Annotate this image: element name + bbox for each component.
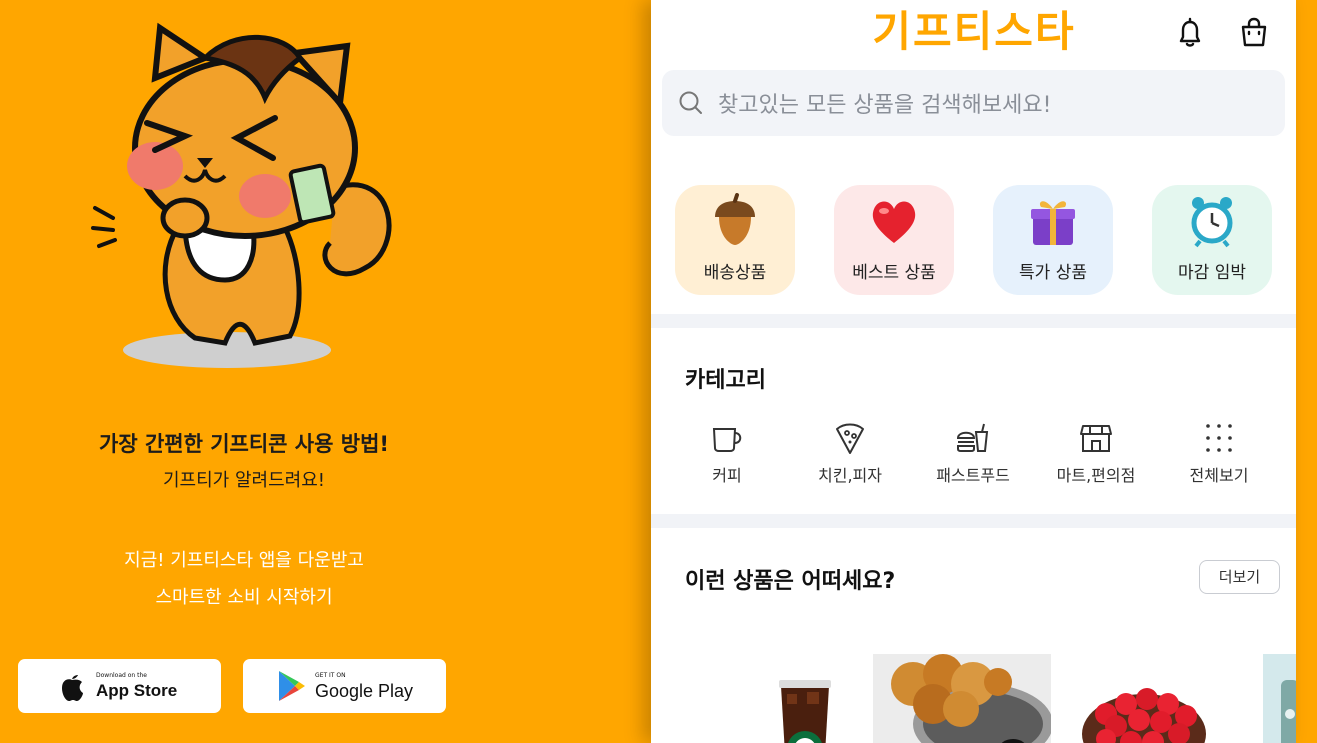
promo-heading: 가장 간편한 기프티콘 사용 방법! bbox=[99, 432, 389, 456]
category-chicken-pizza[interactable]: 치킨,피자 bbox=[790, 420, 910, 486]
search-icon bbox=[679, 91, 702, 114]
strawberry-cake-image bbox=[1082, 688, 1206, 743]
category-label: 마트,편의점 bbox=[1056, 466, 1136, 485]
app-store-small-label: Download on the bbox=[96, 672, 147, 679]
quick-menu-label: 마감 임박 bbox=[1178, 263, 1246, 283]
apple-logo-icon bbox=[62, 675, 83, 701]
category-label: 전체보기 bbox=[1189, 466, 1249, 485]
product-card-iced-coffee[interactable] bbox=[701, 654, 881, 743]
acorn-icon bbox=[715, 193, 755, 245]
more-button[interactable]: 더보기 bbox=[1199, 560, 1280, 594]
quick-menu-deadline[interactable]: 마감 임박 bbox=[1152, 185, 1272, 295]
coffee-cup-icon bbox=[712, 428, 742, 452]
category-label: 치킨,피자 bbox=[818, 466, 882, 485]
search-placeholder: 찾고있는 모든 상품을 검색해보세요! bbox=[718, 93, 1052, 118]
mobile-app-panel: 기프티스타 찾고있는 모든 상품을 검색해보세요! 배송상품 베스트 상품 특가… bbox=[651, 0, 1296, 743]
product-card-partial[interactable] bbox=[1263, 654, 1296, 743]
promo-cta-line1: 지금! 기프티스타 앱을 다운받고 bbox=[124, 550, 364, 571]
category-fastfood[interactable]: 패스트푸드 bbox=[913, 420, 1033, 486]
store-icon bbox=[1080, 425, 1112, 452]
product-image bbox=[1263, 654, 1296, 743]
app-store-button[interactable]: Download on the App Store bbox=[18, 659, 221, 713]
category-coffee[interactable]: 커피 bbox=[667, 420, 787, 486]
promo-panel: 가장 간편한 기프티콘 사용 방법! 기프티가 알려드려요! 지금! 기프티스타… bbox=[0, 0, 650, 743]
gift-box-icon bbox=[1031, 201, 1075, 245]
category-all[interactable]: 전체보기 bbox=[1159, 420, 1279, 486]
recommend-title: 이런 상품은 어떠세요? bbox=[685, 569, 896, 594]
section-divider bbox=[651, 514, 1296, 528]
quick-menu-special[interactable]: 특가 상품 bbox=[993, 185, 1113, 295]
squirrel-mascot-illustration bbox=[91, 22, 392, 368]
product-card-strawberry-cake[interactable] bbox=[1051, 654, 1231, 743]
google-play-small-label: GET IT ON bbox=[315, 671, 346, 679]
category-label: 패스트푸드 bbox=[936, 466, 1010, 485]
google-play-button[interactable]: GET IT ON Google Play bbox=[243, 659, 446, 713]
promo-cta-line2: 스마트한 소비 시작하기 bbox=[155, 587, 333, 608]
search-bar[interactable]: 찾고있는 모든 상품을 검색해보세요! bbox=[662, 70, 1285, 136]
google-play-logo-icon bbox=[279, 671, 305, 701]
quick-menu-label: 베스트 상품 bbox=[852, 263, 936, 283]
brand-logo[interactable]: 기프티스타 bbox=[869, 5, 1079, 59]
burger-drink-icon bbox=[956, 423, 989, 452]
category-title: 카테고리 bbox=[685, 368, 766, 393]
fried-chicken-image bbox=[873, 654, 1053, 743]
shopping-bag-icon[interactable] bbox=[1237, 16, 1271, 50]
quick-menu-best[interactable]: 베스트 상품 bbox=[834, 185, 954, 295]
category-label: 커피 bbox=[712, 466, 742, 485]
quick-menu-label: 특가 상품 bbox=[1019, 263, 1087, 283]
alarm-clock-icon bbox=[1191, 197, 1233, 248]
heart-icon bbox=[872, 201, 916, 243]
quick-menu-delivery[interactable]: 배송상품 bbox=[675, 185, 795, 295]
google-play-label: Google Play bbox=[315, 680, 414, 701]
quick-menu-label: 배송상품 bbox=[703, 263, 767, 283]
bell-icon[interactable] bbox=[1173, 16, 1207, 50]
grid-dots-icon bbox=[1206, 424, 1232, 452]
iced-coffee-image bbox=[779, 680, 831, 743]
app-store-label: App Store bbox=[96, 681, 178, 700]
promo-subheading: 기프티가 알려드려요! bbox=[163, 470, 325, 491]
section-divider bbox=[651, 314, 1296, 328]
pizza-icon bbox=[836, 423, 864, 454]
product-card-fried-chicken[interactable] bbox=[873, 654, 1053, 743]
category-mart[interactable]: 마트,편의점 bbox=[1036, 420, 1156, 486]
